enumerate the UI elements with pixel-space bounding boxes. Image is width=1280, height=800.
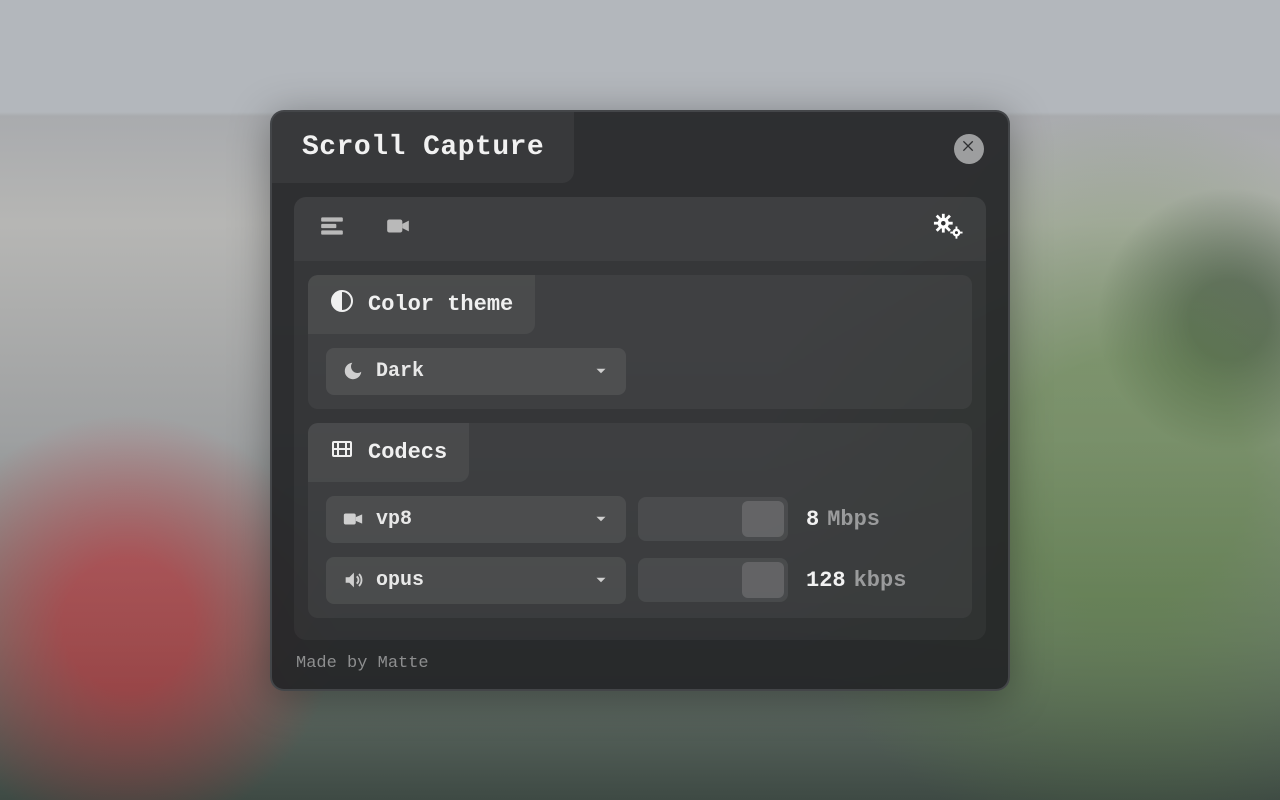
video-codec-label: vp8 [376, 508, 580, 531]
gears-icon [933, 211, 963, 246]
chevron-down-icon [592, 510, 610, 528]
video-codec-select[interactable]: vp8 [326, 496, 626, 543]
video-bitrate-unit: Mbps [827, 507, 880, 532]
contrast-icon [330, 289, 354, 320]
speaker-icon [342, 569, 364, 591]
theme-select[interactable]: Dark [326, 348, 626, 395]
panel-header: Scroll Capture [272, 112, 1008, 197]
record-view-button[interactable] [382, 215, 414, 243]
section-codecs: Codecs vp8 8 Mbps [308, 423, 972, 618]
footer-credit: Made by Matte [272, 640, 1008, 677]
list-icon [317, 213, 347, 244]
audio-bitrate-value: 128 kbps [800, 568, 920, 593]
film-icon [330, 437, 354, 468]
list-view-button[interactable] [316, 215, 348, 243]
toolbar [294, 197, 986, 261]
audio-codec-label: opus [376, 569, 580, 592]
moon-icon [342, 360, 364, 382]
audio-codec-select[interactable]: opus [326, 557, 626, 604]
settings-view-button[interactable] [932, 215, 964, 243]
close-icon [961, 138, 977, 159]
slider-thumb[interactable] [742, 562, 784, 598]
panel-body: Color theme Dark [294, 197, 986, 640]
video-bitrate-number: 8 [806, 507, 819, 532]
section-header-color-theme: Color theme [308, 275, 535, 334]
theme-select-label: Dark [376, 360, 580, 383]
video-camera-icon [342, 508, 364, 530]
slider-thumb[interactable] [742, 501, 784, 537]
scroll-capture-panel: Scroll Capture [270, 110, 1010, 691]
video-camera-icon [383, 213, 413, 244]
chevron-down-icon [592, 571, 610, 589]
close-button[interactable] [954, 134, 984, 164]
section-color-theme: Color theme Dark [308, 275, 972, 409]
video-bitrate-slider[interactable] [638, 497, 788, 541]
audio-bitrate-slider[interactable] [638, 558, 788, 602]
video-bitrate-value: 8 Mbps [800, 507, 920, 532]
section-header-label-color-theme: Color theme [368, 292, 513, 317]
audio-bitrate-unit: kbps [854, 568, 907, 593]
panel-title-tab: Scroll Capture [272, 112, 574, 183]
panel-title: Scroll Capture [302, 132, 544, 163]
chevron-down-icon [592, 362, 610, 380]
audio-bitrate-number: 128 [806, 568, 846, 593]
section-header-label-codecs: Codecs [368, 440, 447, 465]
section-header-codecs: Codecs [308, 423, 469, 482]
